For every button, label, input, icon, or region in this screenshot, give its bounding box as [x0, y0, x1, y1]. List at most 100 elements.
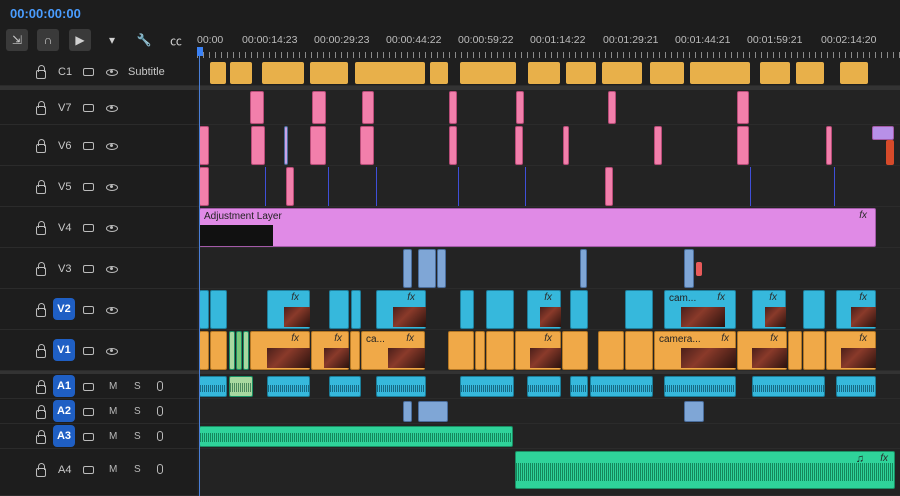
lock-icon[interactable] — [36, 430, 46, 444]
sync-lock-icon[interactable] — [83, 142, 94, 150]
video-clip[interactable]: camera... fx — [654, 331, 736, 370]
lock-icon[interactable] — [36, 344, 46, 358]
mic-icon[interactable] — [157, 406, 163, 416]
video-clip[interactable] — [580, 249, 587, 288]
subtitle-clip[interactable] — [528, 62, 560, 84]
graphic-clip[interactable] — [608, 91, 616, 124]
audio-clip[interactable] — [460, 376, 514, 397]
solo-button[interactable]: S — [134, 431, 141, 442]
subtitle-clip[interactable] — [430, 62, 448, 84]
graphic-clip[interactable] — [737, 126, 749, 165]
sync-lock-icon[interactable] — [83, 224, 94, 232]
mic-icon[interactable] — [157, 464, 163, 474]
sync-lock-icon[interactable] — [83, 306, 94, 314]
video-clip[interactable]: ca... fx — [361, 331, 425, 370]
graphic-clip[interactable] — [284, 126, 288, 165]
graphic-clip[interactable] — [515, 126, 523, 165]
graphic-clip[interactable] — [886, 140, 894, 165]
track-target-v2[interactable]: V2 — [53, 298, 75, 320]
settings-icon[interactable]: 🔧 — [133, 29, 155, 51]
video-clip[interactable]: fx — [267, 290, 310, 329]
subtitle-clip[interactable] — [310, 62, 348, 84]
eye-icon[interactable] — [106, 184, 118, 191]
sync-lock-icon[interactable] — [83, 433, 94, 441]
audio-clip[interactable] — [527, 376, 561, 397]
audio-clip[interactable] — [376, 376, 426, 397]
music-clip[interactable]: ♫ fx — [515, 451, 895, 489]
lock-icon[interactable] — [36, 303, 46, 317]
video-clip[interactable] — [803, 290, 825, 329]
subtitle-clip[interactable] — [230, 62, 252, 84]
video-clip[interactable] — [562, 331, 588, 370]
captions-icon[interactable]: ㏄ — [165, 29, 187, 51]
graphic-clip[interactable] — [449, 91, 457, 124]
subtitle-clip[interactable] — [650, 62, 684, 84]
sync-lock-icon[interactable] — [83, 466, 94, 474]
audio-clip[interactable] — [267, 376, 310, 397]
video-clip[interactable]: fx — [311, 331, 349, 370]
mute-button[interactable]: M — [109, 431, 117, 442]
video-clip[interactable] — [460, 290, 474, 329]
graphic-clip[interactable] — [251, 126, 265, 165]
mute-button[interactable]: M — [109, 406, 117, 417]
video-clip[interactable] — [570, 290, 588, 329]
audio-clip[interactable] — [590, 376, 653, 397]
audio-clip[interactable] — [418, 401, 448, 422]
audio-clip[interactable] — [752, 376, 825, 397]
subtitle-clip[interactable] — [460, 62, 516, 84]
eye-icon[interactable] — [106, 307, 118, 314]
video-clip[interactable] — [243, 331, 249, 370]
add-marker-icon[interactable]: ▾ — [101, 29, 123, 51]
eye-icon[interactable] — [106, 105, 118, 112]
eye-icon[interactable] — [106, 348, 118, 355]
eye-icon[interactable] — [106, 225, 118, 232]
graphic-clip[interactable] — [360, 126, 374, 165]
graphic-clip[interactable] — [826, 126, 832, 165]
track-v6[interactable] — [197, 125, 900, 166]
subtitle-clip[interactable] — [690, 62, 750, 84]
video-clip[interactable]: fx — [250, 331, 310, 370]
graphic-clip[interactable] — [250, 91, 264, 124]
track-target-v1[interactable]: V1 — [53, 339, 75, 361]
sync-lock-icon[interactable] — [83, 265, 94, 273]
mic-icon[interactable] — [157, 431, 163, 441]
graphic-clip[interactable] — [563, 126, 569, 165]
subtitle-clip[interactable] — [602, 62, 642, 84]
subtitle-clip[interactable] — [840, 62, 868, 84]
track-v3[interactable] — [197, 248, 900, 289]
video-clip[interactable] — [236, 331, 242, 370]
video-clip[interactable] — [418, 249, 436, 288]
video-clip[interactable] — [403, 249, 412, 288]
video-clip[interactable] — [475, 331, 485, 370]
video-clip[interactable] — [486, 331, 514, 370]
lock-icon[interactable] — [36, 262, 46, 276]
lock-icon[interactable] — [36, 65, 46, 79]
video-clip[interactable] — [210, 331, 227, 370]
video-clip[interactable] — [803, 331, 825, 370]
graphic-clip[interactable] — [199, 126, 209, 165]
sync-lock-icon[interactable] — [83, 104, 94, 112]
solo-button[interactable]: S — [134, 464, 141, 475]
playhead-handle[interactable] — [197, 47, 203, 56]
subtitle-clip[interactable] — [210, 62, 226, 84]
video-clip[interactable] — [788, 331, 802, 370]
audio-clip[interactable] — [329, 376, 361, 397]
video-clip[interactable]: fx — [527, 290, 561, 329]
track-target-a3[interactable]: A3 — [53, 425, 75, 447]
graphic-clip[interactable] — [199, 167, 209, 206]
subtitle-clip[interactable] — [566, 62, 596, 84]
track-v5[interactable] — [197, 166, 900, 207]
video-clip[interactable]: cam... fx — [664, 290, 736, 329]
subtitle-clip[interactable] — [262, 62, 304, 84]
lock-icon[interactable] — [36, 101, 46, 115]
video-clip[interactable] — [625, 290, 653, 329]
mic-icon[interactable] — [157, 381, 163, 391]
mute-button[interactable]: M — [109, 381, 117, 392]
graphic-clip[interactable] — [872, 126, 894, 140]
graphic-clip[interactable] — [605, 167, 613, 206]
insert-and-overwrite-icon[interactable]: ⇲ — [6, 29, 28, 51]
video-clip[interactable]: fx — [737, 331, 787, 370]
track-target-a1[interactable]: A1 — [53, 375, 75, 397]
graphic-clip[interactable] — [654, 126, 662, 165]
track-a2[interactable] — [197, 399, 900, 424]
